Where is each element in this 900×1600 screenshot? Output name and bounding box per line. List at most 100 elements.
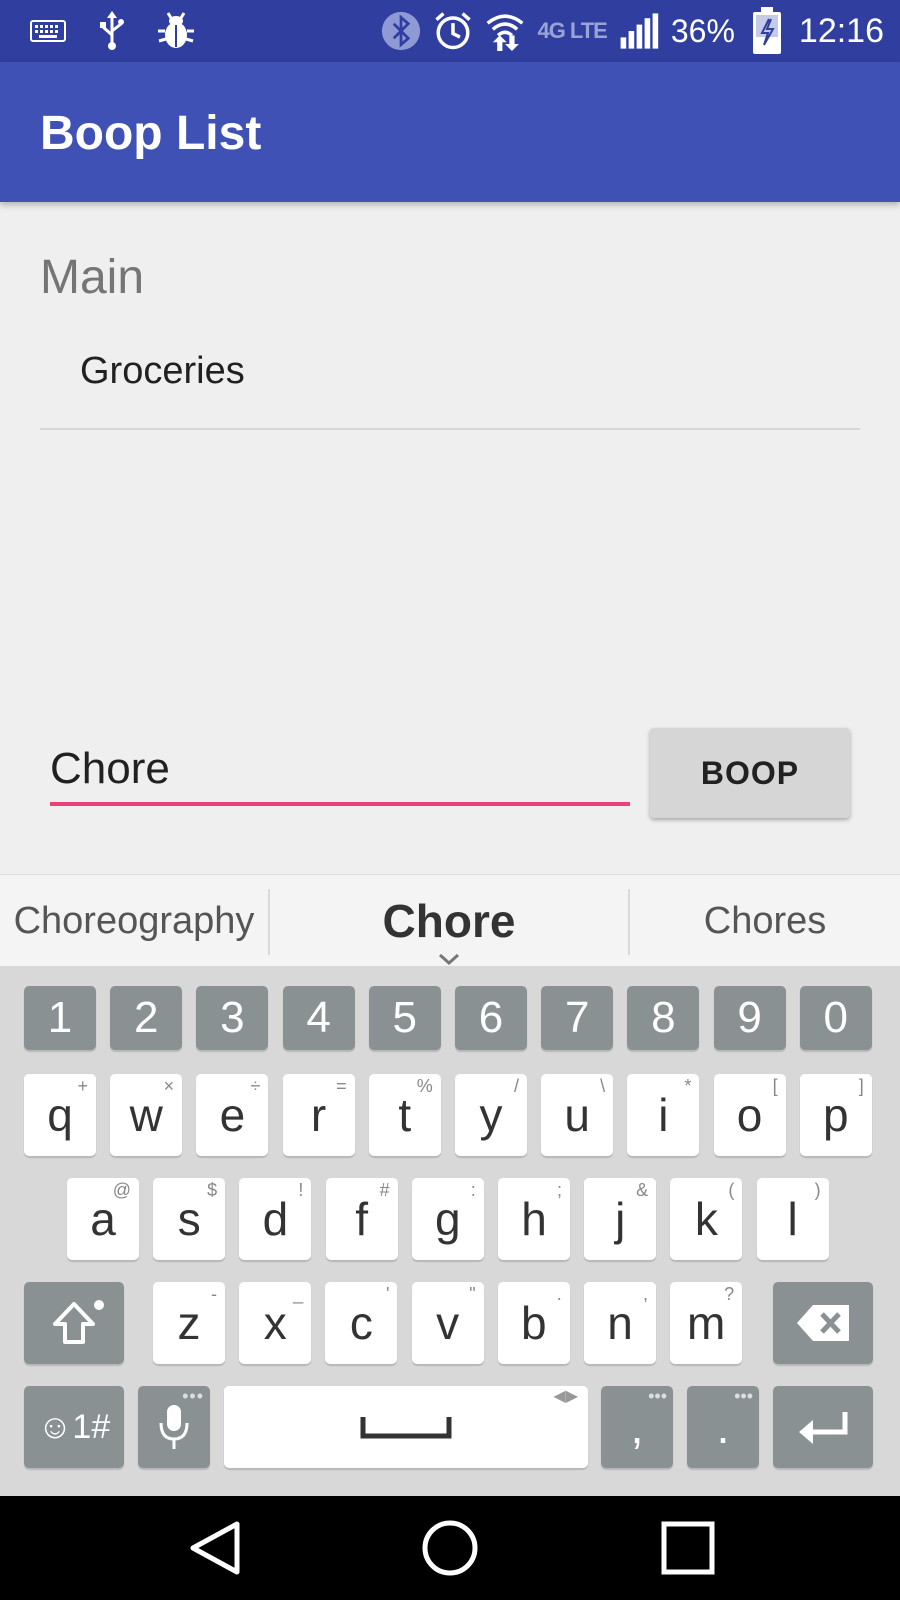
key-y[interactable]: y / — [455, 1074, 527, 1156]
key-alt-label: & — [636, 1180, 649, 1200]
back-icon — [190, 1521, 240, 1575]
key-1[interactable]: 1 — [24, 986, 96, 1050]
key-s[interactable]: s $ — [153, 1178, 226, 1260]
app-title: Boop List — [40, 107, 262, 160]
key-label: g — [435, 1193, 461, 1245]
key-7[interactable]: 7 — [541, 986, 614, 1050]
key-alt-label: ! — [298, 1180, 304, 1200]
suggestion-left[interactable]: Choreography — [0, 875, 268, 967]
bluetooth-icon — [381, 11, 421, 51]
recents-icon — [661, 1521, 715, 1575]
key-d[interactable]: d! — [239, 1178, 312, 1260]
shift-key[interactable] — [24, 1282, 124, 1364]
back-button[interactable] — [180, 1516, 250, 1580]
key-i[interactable]: i * — [627, 1074, 700, 1156]
key-w[interactable]: w × — [110, 1074, 183, 1156]
backspace-key[interactable] — [773, 1282, 873, 1364]
key-v[interactable]: v " — [411, 1282, 484, 1364]
key-c[interactable]: c ' — [325, 1282, 398, 1364]
bug-icon — [156, 11, 196, 51]
key-f[interactable]: f # — [325, 1178, 398, 1260]
enter-icon — [799, 1412, 848, 1444]
key-6[interactable]: 6 — [455, 986, 527, 1050]
key-label: p — [823, 1089, 849, 1141]
input-row: BOOP — [0, 716, 900, 826]
enter-key[interactable] — [773, 1386, 873, 1468]
space-key[interactable]: ◀▶ — [224, 1386, 588, 1468]
key-m[interactable]: m? — [670, 1282, 743, 1364]
key-label: k — [694, 1193, 718, 1245]
key-label: o — [736, 1089, 763, 1141]
key-h[interactable]: h; — [498, 1178, 570, 1260]
key-5[interactable]: 5 — [368, 986, 441, 1050]
key-alt-label: ) — [814, 1180, 821, 1200]
key-label: w — [129, 1089, 163, 1141]
recents-button[interactable] — [653, 1516, 723, 1580]
key-label: c — [349, 1297, 373, 1349]
key-0[interactable]: 0 — [799, 986, 872, 1050]
mic-key[interactable]: ••• — [138, 1386, 210, 1468]
key-g[interactable]: g: — [411, 1178, 484, 1260]
key-label: m — [687, 1297, 726, 1349]
key-alt-label: - — [211, 1284, 217, 1304]
key-r[interactable]: r = — [282, 1074, 355, 1156]
key-label: h — [521, 1193, 547, 1245]
key-alt-label: ? — [724, 1284, 735, 1304]
mic-key-dots: ••• — [182, 1386, 204, 1406]
key-b[interactable]: b. — [497, 1282, 570, 1364]
key-label: l — [787, 1193, 798, 1245]
key-label: f — [355, 1193, 368, 1245]
key-e[interactable]: e ÷ — [196, 1074, 269, 1156]
mic-icon — [159, 1405, 189, 1449]
key-alt-label: # — [379, 1180, 390, 1200]
key-label: b — [521, 1297, 547, 1349]
key-l[interactable]: l) — [756, 1178, 829, 1260]
space-arrows-icon: ◀▶ — [553, 1388, 578, 1405]
key-alt-label: + — [77, 1076, 88, 1096]
key-label: q — [47, 1089, 73, 1141]
status-bar: 4G LTE 36% 12:16 — [0, 0, 900, 62]
key-u[interactable]: u \ — [541, 1074, 614, 1156]
chevron-down-icon[interactable] — [438, 952, 460, 966]
item-text-input[interactable] — [50, 736, 630, 806]
key-3[interactable]: 3 — [196, 986, 269, 1050]
key-alt-label: [ — [772, 1076, 778, 1096]
key-4[interactable]: 4 — [282, 986, 355, 1050]
key-n[interactable]: n, — [584, 1282, 656, 1364]
comma-key[interactable]: , ••• — [601, 1386, 673, 1468]
key-8[interactable]: 8 — [627, 986, 700, 1050]
space-icon — [360, 1417, 452, 1439]
battery-charging-icon — [747, 7, 787, 54]
battery-percent: 36% — [670, 12, 735, 49]
key-alt-label: ; — [556, 1180, 562, 1200]
symbols-key[interactable]: ☺1# — [24, 1386, 124, 1468]
key-o[interactable]: o[ — [713, 1074, 786, 1156]
list-item[interactable]: Groceries — [40, 330, 860, 430]
key-alt-label: " — [469, 1284, 476, 1304]
boop-button[interactable]: BOOP — [650, 728, 850, 818]
key-alt-label: = — [336, 1076, 347, 1096]
key-q[interactable]: q + — [24, 1074, 96, 1156]
keyboard: 1234567890 q + w × e ÷ r = t% y / u \ i * o[p] a @ s $ d! f #… — [0, 966, 900, 1496]
key-a[interactable]: a @ — [67, 1178, 139, 1260]
key-label: s — [177, 1193, 201, 1245]
key-9[interactable]: 9 — [713, 986, 786, 1050]
home-button[interactable] — [415, 1516, 485, 1580]
key-alt-label: ' — [385, 1284, 390, 1304]
list-item-label: Groceries — [80, 350, 245, 392]
suggestion-right[interactable]: Chores — [630, 875, 900, 967]
period-key[interactable]: . ••• — [687, 1386, 759, 1468]
key-alt-label: * — [684, 1076, 692, 1096]
backspace-icon — [797, 1305, 849, 1341]
key-label: i — [658, 1089, 669, 1141]
key-x[interactable]: x _ — [239, 1282, 312, 1364]
key-k[interactable]: k( — [670, 1178, 743, 1260]
key-2[interactable]: 2 — [110, 986, 183, 1050]
key-alt-label: _ — [293, 1284, 304, 1304]
key-z[interactable]: z- — [153, 1282, 225, 1364]
key-p[interactable]: p] — [799, 1074, 872, 1156]
key-j[interactable]: j & — [584, 1178, 657, 1260]
key-label: d — [262, 1193, 289, 1245]
network-type-label: 4G LTE — [537, 18, 607, 43]
key-t[interactable]: t% — [368, 1074, 441, 1156]
